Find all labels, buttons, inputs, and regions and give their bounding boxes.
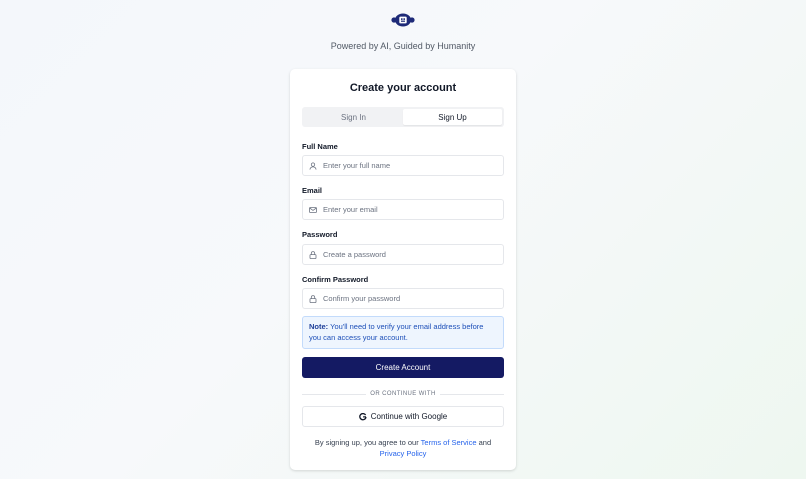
email-field[interactable] (302, 199, 504, 220)
or-divider: OR CONTINUE WITH (302, 389, 504, 399)
google-icon (358, 412, 367, 421)
confirm-password-input[interactable] (323, 289, 503, 308)
full-name-label: Full Name (302, 142, 338, 151)
password-input[interactable] (323, 245, 503, 264)
terms-prefix: By signing up, you agree to our (314, 438, 419, 447)
auth-tabs: Sign In Sign Up (302, 107, 504, 127)
app-tagline: Powered by AI, Guided by Humanity (330, 41, 476, 51)
divider-line (439, 393, 504, 395)
full-name-input[interactable] (323, 156, 503, 175)
google-signin-button[interactable]: Continue with Google (302, 406, 504, 427)
mail-icon (309, 206, 317, 214)
signup-card: Create your account Sign In Sign Up Full… (290, 69, 516, 470)
lock-icon (309, 250, 317, 259)
terms-text: By signing up, you agree to our Terms of… (302, 438, 504, 459)
divider-line (302, 393, 367, 395)
confirm-password-label: Confirm Password (302, 275, 369, 284)
verification-note: Note: You'll need to verify your email a… (302, 316, 504, 349)
create-account-button[interactable]: Create Account (302, 357, 504, 378)
full-name-field[interactable] (302, 155, 504, 176)
confirm-password-field[interactable] (302, 288, 504, 309)
email-input[interactable] (323, 200, 503, 219)
google-button-label: Continue with Google (370, 412, 448, 421)
password-label: Password (302, 230, 338, 239)
page-title: Create your account (349, 82, 457, 94)
note-text: You'll need to verify your email address… (309, 322, 484, 342)
email-label: Email (302, 186, 323, 195)
terms-conjunction: and (478, 438, 492, 447)
lock-icon (309, 294, 317, 303)
user-icon (309, 161, 317, 170)
tab-sign-in[interactable]: Sign In (304, 109, 403, 125)
privacy-policy-link[interactable]: Privacy Policy (380, 449, 427, 458)
tab-sign-up[interactable]: Sign Up (403, 109, 502, 125)
terms-of-service-link[interactable]: Terms of Service (421, 438, 477, 447)
password-field[interactable] (302, 244, 504, 265)
divider-text: OR CONTINUE WITH (370, 391, 436, 397)
note-prefix: Note: (309, 322, 329, 331)
app-logo (391, 11, 415, 29)
